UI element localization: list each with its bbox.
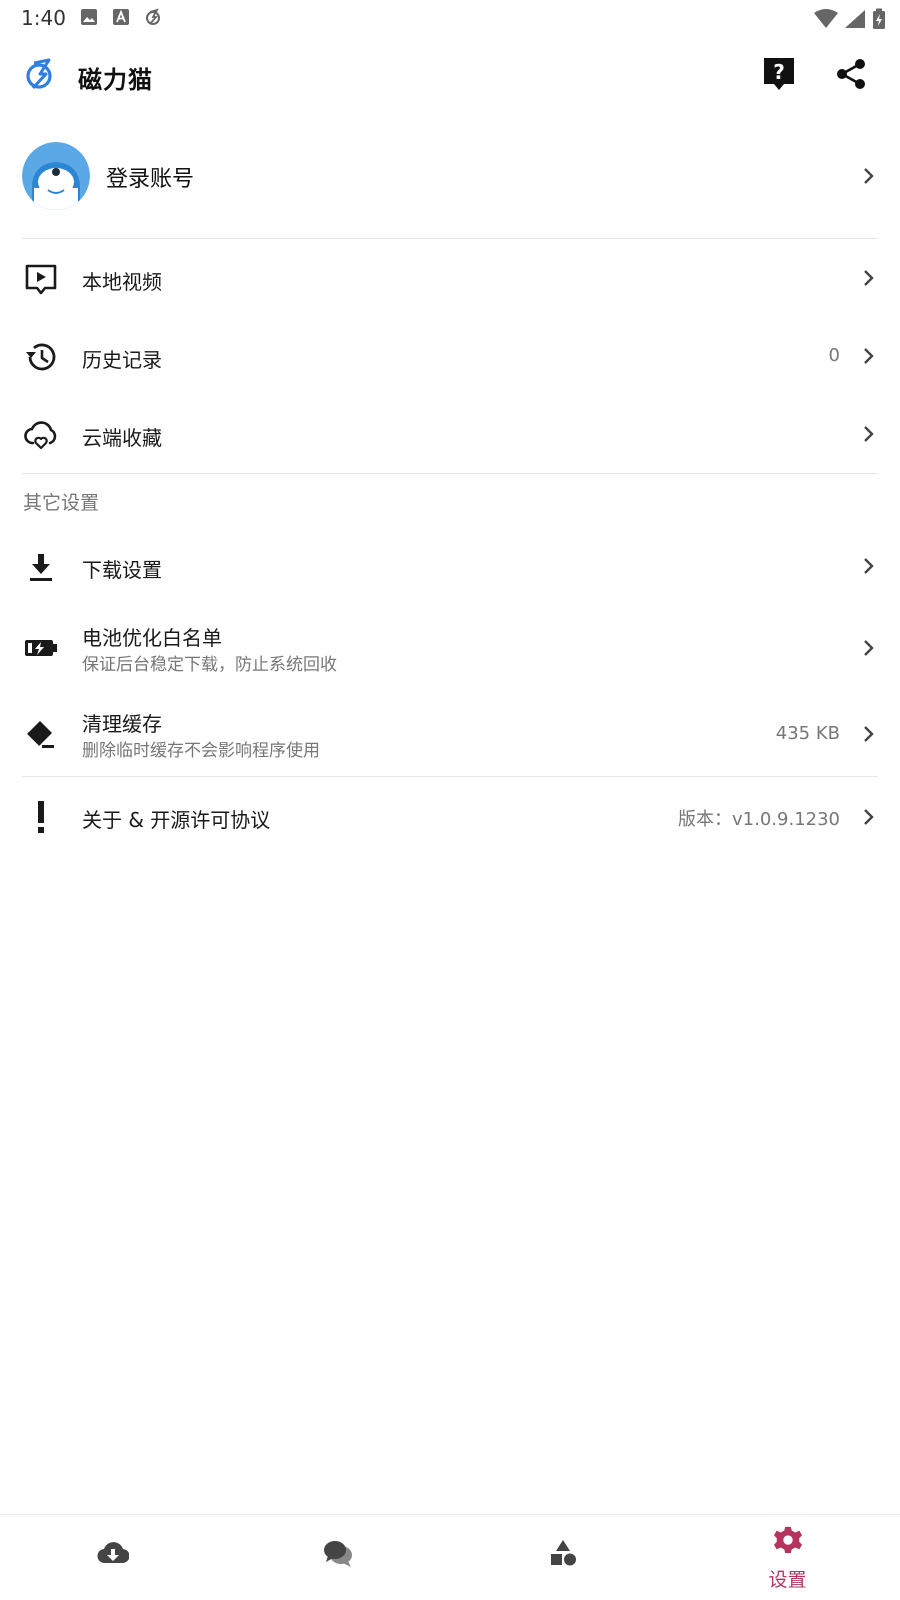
status-bar: 1:40: [0, 0, 900, 36]
nav-item-discover[interactable]: [450, 1515, 675, 1600]
chevron-right-icon: [864, 426, 874, 442]
history-count: 0: [828, 345, 840, 366]
download-settings-row[interactable]: 下载设置: [0, 527, 900, 605]
signal-icon: [845, 10, 865, 28]
chevron-right-icon: [864, 270, 874, 286]
status-notification-icons: [80, 8, 162, 26]
history-icon: [26, 343, 56, 371]
chevron-right-icon: [864, 348, 874, 364]
battery-whitelist-row[interactable]: 电池优化白名单 保证后台稳定下载，防止系统回收: [0, 605, 900, 691]
history-row[interactable]: 历史记录 0: [0, 318, 900, 396]
battery-icon: [25, 640, 57, 656]
chat-icon: [324, 1541, 352, 1567]
login-account-row[interactable]: 登录账号: [0, 128, 900, 226]
video-icon: [25, 264, 57, 295]
chevron-right-icon: [864, 558, 874, 574]
row-title: 本地视频: [82, 270, 162, 294]
wifi-icon: [814, 9, 838, 28]
nav-item-download[interactable]: [0, 1515, 225, 1600]
section-header-other-settings: 其它设置: [23, 492, 100, 514]
nav-item-chat[interactable]: [225, 1515, 450, 1600]
image-notification-icon: [81, 9, 97, 25]
shapes-icon: [551, 1540, 576, 1566]
cloud-download-icon: [97, 1542, 129, 1564]
app-notification-icon: [146, 8, 160, 25]
exclamation-icon: [38, 801, 44, 833]
status-system-icons: [814, 8, 886, 30]
row-subtitle: 删除临时缓存不会影响程序使用: [82, 741, 320, 761]
chevron-right-icon: [864, 809, 874, 825]
login-account-label: 登录账号: [106, 167, 195, 192]
chevron-right-icon: [864, 640, 874, 656]
local-video-row[interactable]: 本地视频: [0, 240, 900, 318]
app-logo-icon: [26, 58, 52, 90]
font-notification-icon: [113, 9, 129, 25]
nav-label-settings: 设置: [768, 1569, 807, 1591]
cloud-favorites-row[interactable]: 云端收藏: [0, 396, 900, 474]
row-title: 清理缓存: [82, 712, 162, 736]
eraser-icon: [27, 721, 54, 748]
divider: [22, 238, 878, 239]
status-time: 1:40: [21, 6, 66, 30]
row-subtitle: 保证后台稳定下载，防止系统回收: [82, 655, 337, 675]
row-title: 历史记录: [82, 348, 162, 372]
cloud-heart-icon: [24, 421, 57, 450]
row-title: 关于 & 开源许可协议: [82, 808, 271, 832]
cache-size: 435 KB: [775, 723, 840, 744]
bottom-nav: 设置: [0, 1514, 900, 1600]
battery-status-icon: [873, 8, 885, 29]
share-button[interactable]: [833, 56, 869, 92]
help-button[interactable]: ?: [762, 56, 796, 92]
download-icon: [30, 554, 52, 581]
chevron-right-icon: [864, 726, 874, 742]
row-title: 云端收藏: [82, 426, 162, 450]
chevron-right-icon: [864, 168, 874, 184]
clear-cache-row[interactable]: 清理缓存 删除临时缓存不会影响程序使用 435 KB: [0, 691, 900, 777]
divider: [22, 473, 878, 474]
app-title: 磁力猫: [78, 66, 153, 94]
avatar: [22, 142, 90, 210]
about-license-row[interactable]: 关于 & 开源许可协议 版本：v1.0.9.1230: [0, 777, 900, 857]
row-title: 下载设置: [82, 558, 162, 582]
app-bar: 磁力猫 ?: [0, 44, 900, 108]
nav-item-settings[interactable]: 设置: [675, 1515, 900, 1600]
gear-icon: [773, 1526, 803, 1554]
app-version: 版本：v1.0.9.1230: [678, 809, 840, 830]
svg-text:?: ?: [773, 60, 785, 84]
row-title: 电池优化白名单: [82, 626, 222, 650]
